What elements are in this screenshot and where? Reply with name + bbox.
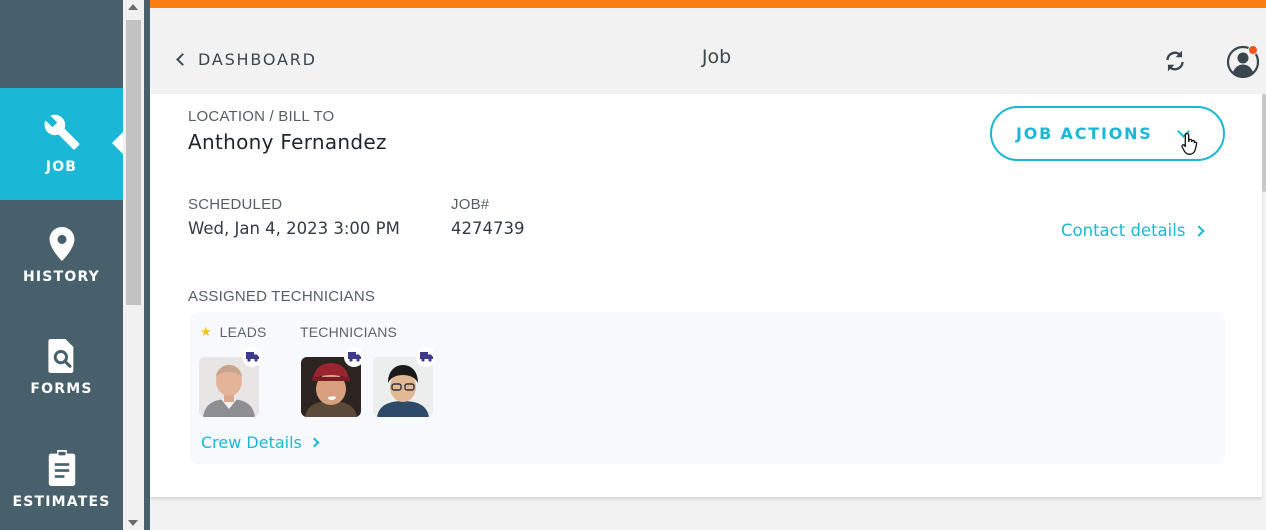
assigned-technicians-caption: ASSIGNED TECHNICIANS (188, 288, 376, 305)
crew-details-label: Crew Details (201, 433, 302, 452)
sidebar-item-forms[interactable]: FORMS (0, 312, 123, 424)
contact-details-link[interactable]: Contact details (1061, 221, 1206, 240)
star-icon: ★ (200, 324, 212, 339)
form-search-icon (47, 339, 76, 373)
wrench-icon (43, 113, 81, 151)
notification-badge (1248, 45, 1258, 55)
chevron-right-icon (309, 437, 320, 448)
crew-panel: ★ LEADS TECHNICIANS Crew Details (190, 312, 1225, 464)
page-title: Job (701, 46, 732, 68)
leads-header: ★ LEADS (200, 324, 267, 340)
location-caption: LOCATION / BILL TO (188, 108, 335, 125)
sidebar-item-label: ESTIMATES (12, 494, 111, 510)
crew-details-link[interactable]: Crew Details (201, 433, 320, 452)
contact-details-label: Contact details (1061, 221, 1186, 240)
technicians-label: TECHNICIANS (300, 324, 398, 340)
truck-icon (242, 347, 262, 367)
scheduled-caption: SCHEDULED (188, 196, 283, 213)
sidebar-item-history[interactable]: HISTORY (0, 200, 123, 312)
job-number-value: 4274739 (451, 219, 525, 238)
main-content: DASHBOARD Job LOCATION / BILL TO Anthony… (150, 0, 1266, 530)
scrollbar-thumb[interactable] (126, 20, 141, 305)
sidebar-item-label: FORMS (30, 381, 93, 397)
sidebar-nav: JOB HISTORY FORMS ESTIMATES (0, 0, 123, 530)
chevron-right-icon (1193, 224, 1206, 237)
hand-cursor-icon (1181, 132, 1198, 155)
scroll-down-arrow-icon[interactable] (128, 520, 138, 526)
page-header: DASHBOARD Job (150, 8, 1266, 94)
customer-name: Anthony Fernandez (188, 130, 387, 154)
job-actions-label: JOB ACTIONS (1016, 124, 1153, 143)
job-number-caption: JOB# (451, 196, 490, 213)
leads-label: LEADS (219, 324, 267, 340)
main-scrollbar-thumb[interactable] (1262, 94, 1266, 192)
location-pin-icon (48, 227, 76, 261)
sidebar-item-label: HISTORY (22, 269, 100, 285)
top-accent-bar (150, 0, 1266, 8)
truck-icon (416, 347, 436, 367)
truck-icon (344, 347, 364, 367)
refresh-button[interactable] (1162, 48, 1188, 74)
sidebar-item-job[interactable]: JOB (0, 88, 123, 200)
scroll-up-arrow-icon[interactable] (128, 4, 138, 10)
scheduled-value: Wed, Jan 4, 2023 3:00 PM (188, 219, 400, 238)
sidebar-scrollbar[interactable] (123, 0, 144, 530)
clipboard-icon (47, 450, 77, 486)
refresh-icon (1166, 50, 1184, 72)
job-details-card: LOCATION / BILL TO Anthony Fernandez JOB… (150, 94, 1262, 497)
sidebar-item-estimates[interactable]: ESTIMATES (0, 424, 123, 530)
sidebar-item-label: JOB (45, 159, 78, 175)
